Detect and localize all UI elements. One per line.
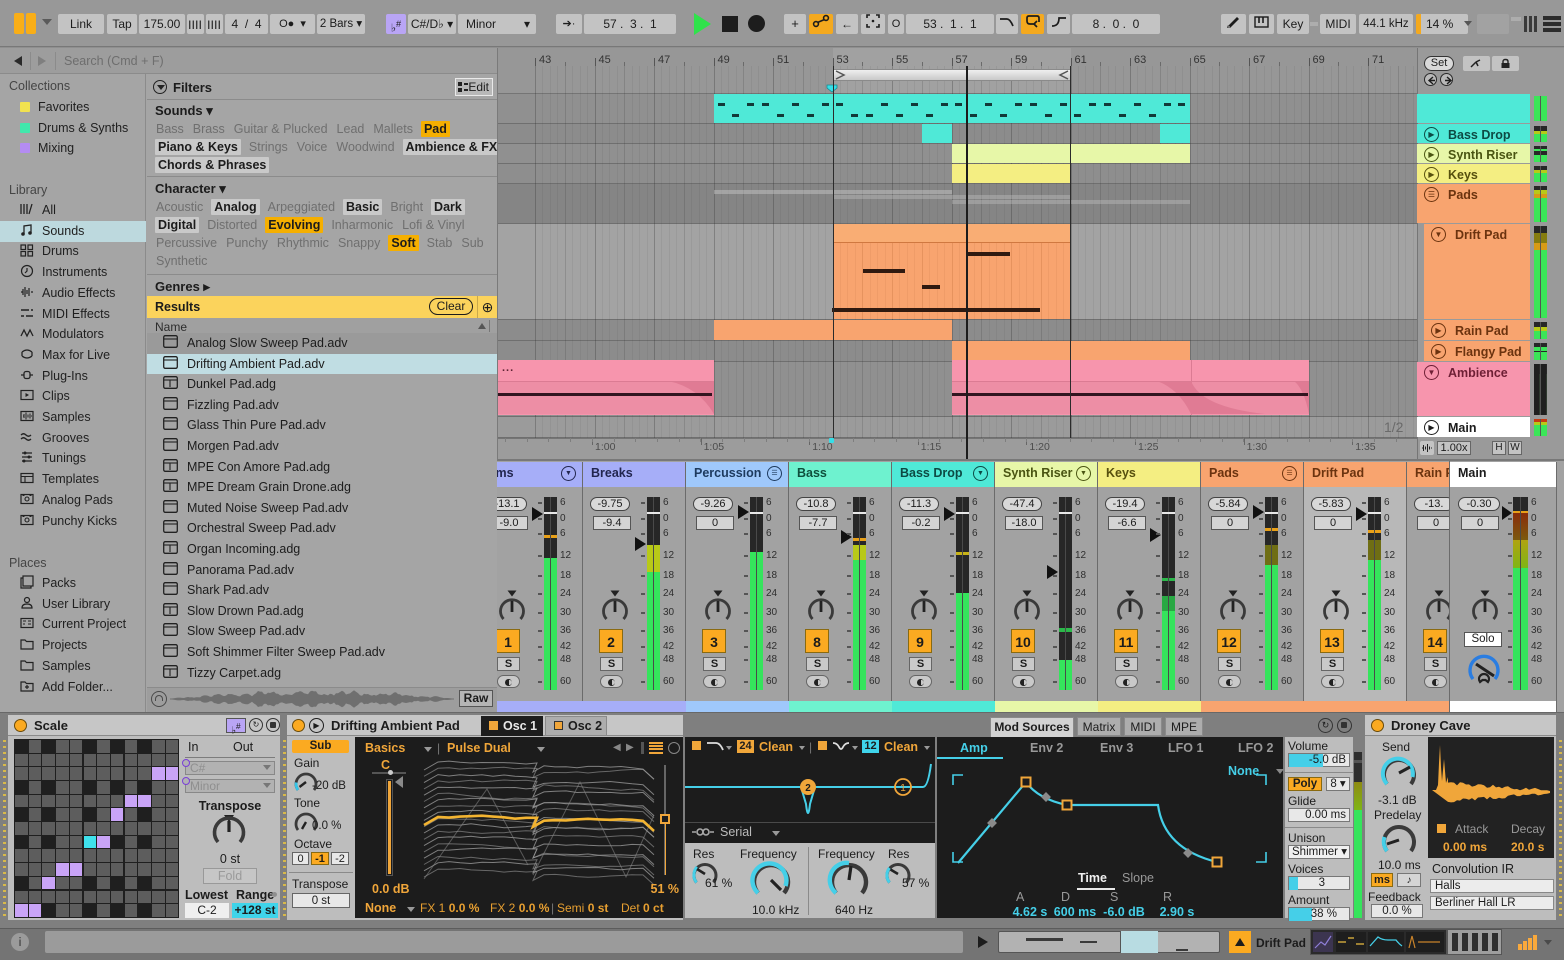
svg-text:1: 1 [900,783,906,794]
svg-text:2: 2 [805,783,811,794]
